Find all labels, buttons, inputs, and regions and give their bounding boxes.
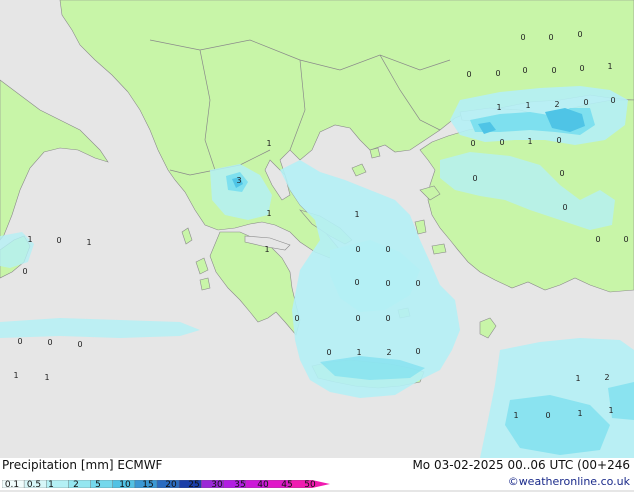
point-value-p12: 0 (610, 96, 615, 105)
point-value-p51: 2 (604, 373, 609, 382)
point-value-p8: 0 (579, 64, 584, 73)
point-value-p19: 0 (556, 136, 561, 145)
point-value-p34: 0 (22, 267, 27, 276)
point-value-p40: 0 (385, 314, 390, 323)
point-value-p4: 0 (466, 70, 471, 79)
forecast-date: Mo 03-02-2025 00..06 UTC (00+246 (412, 458, 630, 472)
precipitation-map: 0 0 0 0 0 0 0 0 1 2 0 0 1 1 0 0 3 1 0 1 0 0 1 1 1 0 1 0 0 0 1 0 0 0 0 0 0 0 0 0… (0, 0, 634, 458)
point-value-p49: 1 (44, 373, 49, 382)
point-value-p17: 3 (236, 176, 241, 185)
point-value-p47: 0 (415, 347, 420, 356)
color-scale-ticks: 0.1 0.5 1 2 5 10 15 20 25 30 35 40 45 50 (0, 480, 340, 490)
point-value-p45: 1 (356, 348, 361, 357)
point-value-p20: 1 (266, 139, 271, 148)
scale-tick-label: 15 (142, 480, 154, 490)
point-value-p42: 0 (47, 338, 52, 347)
point-value-p1: 0 (520, 33, 525, 42)
point-value-p36: 0 (385, 279, 390, 288)
scale-tick-label: 5 (95, 480, 101, 490)
point-value-p3: 0 (577, 30, 582, 39)
point-value-p5: 0 (495, 69, 500, 78)
point-value-p18: 1 (527, 137, 532, 146)
land-zakynthos (199, 277, 211, 291)
scale-tick-label: 40 (257, 480, 269, 490)
point-value-p53: 0 (545, 411, 550, 420)
point-value-p48: 1 (13, 371, 18, 380)
point-value-p28: 0 (562, 203, 567, 212)
map-footer: Precipitation [mm] ECMWF Mo 03-02-2025 0… (0, 458, 634, 490)
point-value-p23: 1 (354, 210, 359, 219)
scale-tick-label: 25 (188, 480, 200, 490)
point-value-p7: 0 (551, 66, 556, 75)
scale-tick-label: 1 (48, 480, 54, 490)
scale-tick-label: 50 (304, 480, 316, 490)
land-samos (431, 243, 447, 255)
point-value-p11: 0 (583, 98, 588, 107)
point-value-p27: 1 (86, 238, 91, 247)
point-value-p44: 0 (326, 348, 331, 357)
point-value-p31: 1 (264, 245, 269, 254)
scale-tick-label: 30 (211, 480, 223, 490)
scale-tick-label: 2 (73, 480, 79, 490)
point-value-p32: 0 (355, 245, 360, 254)
point-value-p54: 1 (577, 409, 582, 418)
point-value-p14: 1 (496, 103, 501, 112)
point-value-p2: 0 (548, 33, 553, 42)
legend-title: Precipitation [mm] ECMWF (2, 458, 163, 472)
point-value-p25: 1 (27, 235, 32, 244)
point-value-p39: 0 (355, 314, 360, 323)
point-value-p24: 1 (266, 209, 271, 218)
point-value-p15: 0 (470, 139, 475, 148)
point-value-p35: 0 (354, 278, 359, 287)
point-value-p46: 2 (386, 348, 391, 357)
point-value-p13: 1 (525, 101, 530, 110)
point-value-p30: 0 (623, 235, 628, 244)
point-value-p29: 0 (595, 235, 600, 244)
point-value-p16: 0 (499, 138, 504, 147)
point-value-p22: 0 (559, 169, 564, 178)
point-value-p41: 0 (17, 337, 22, 346)
point-value-p37: 0 (415, 279, 420, 288)
point-value-p6: 0 (522, 66, 527, 75)
source-credit[interactable]: ©weatheronline.co.uk (508, 475, 630, 488)
point-value-p10: 2 (554, 100, 559, 109)
point-value-p50: 1 (575, 374, 580, 383)
scale-tick-label: 10 (119, 480, 131, 490)
scale-tick-label: 0.5 (26, 480, 42, 490)
point-value-p26: 0 (56, 236, 61, 245)
scale-tick-label: 20 (165, 480, 177, 490)
point-value-p9: 1 (607, 62, 612, 71)
land-thasos (369, 147, 381, 159)
point-value-p38: 0 (294, 314, 299, 323)
point-value-p43: 0 (77, 340, 82, 349)
point-value-p33: 0 (385, 245, 390, 254)
scale-tick-label: 0.1 (4, 480, 20, 490)
point-value-p55: 1 (608, 406, 613, 415)
scale-tick-label: 35 (234, 480, 246, 490)
point-value-p21: 0 (472, 174, 477, 183)
point-value-p52: 1 (513, 411, 518, 420)
scale-tick-label: 45 (281, 480, 293, 490)
